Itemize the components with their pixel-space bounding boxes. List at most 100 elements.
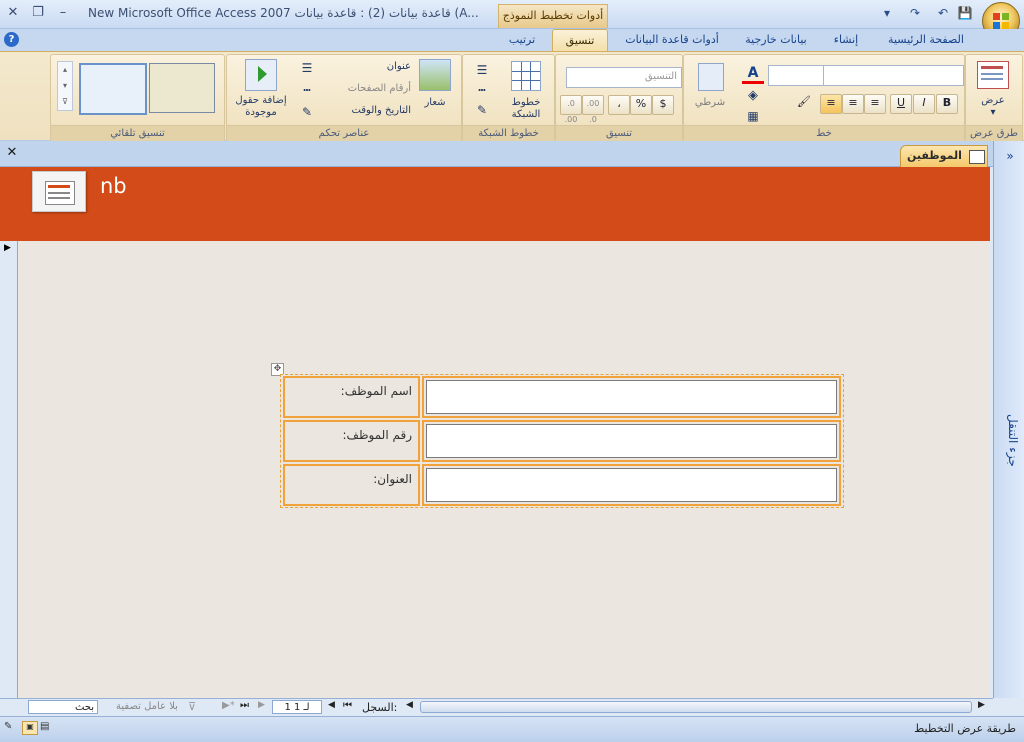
record-selector[interactable] (0, 241, 18, 698)
align-right-icon[interactable]: ≡ (864, 94, 886, 114)
align-left-icon[interactable]: ≡ (820, 94, 842, 114)
tab-format[interactable]: تنسيق (552, 29, 608, 52)
address-field[interactable] (422, 464, 841, 506)
increase-decimals-button[interactable]: .00 .0 (582, 95, 604, 124)
horizontal-scrollbar[interactable] (420, 701, 972, 713)
current-record-field[interactable]: 1 لـ 1 (272, 700, 322, 714)
employee-name-field[interactable] (422, 376, 841, 418)
comma-button[interactable]: ، (608, 95, 630, 115)
search-input[interactable]: بحث (28, 700, 98, 714)
document-tab-bar (0, 141, 1024, 167)
title-button[interactable]: عنوان (357, 61, 411, 72)
decrease-decimals-button[interactable]: .0 .00 (560, 95, 582, 124)
tab-arrange[interactable]: ترتيب (500, 29, 544, 51)
autoformat-style-2[interactable] (79, 63, 147, 115)
view-dropdown-icon[interactable]: ▾ (986, 107, 1000, 118)
form-header-logo-icon[interactable] (32, 171, 86, 212)
tab-home[interactable]: الصفحة الرئيسية (880, 29, 972, 51)
line-type-icon[interactable]: ┅ (295, 83, 319, 97)
status-view-name: طريقة عرض التخطيط (914, 722, 1016, 735)
controls-group: شعار عنوان أرقام الصفحات التاريخ والوقت … (226, 54, 462, 142)
last-record-icon[interactable]: ⏭ (240, 700, 249, 711)
nav-pane-expand-icon[interactable]: » (1003, 149, 1017, 163)
next-record-icon[interactable]: ▶ (258, 700, 265, 710)
autoformat-style-1[interactable] (149, 63, 215, 113)
form-title[interactable]: nb (100, 174, 127, 198)
align-center-icon[interactable]: ≡ (842, 94, 864, 114)
minimize-window-button[interactable]: – (52, 5, 74, 23)
bold-button[interactable]: B (936, 94, 958, 114)
formatting-group: التنسيق $ % ، .00 .0 .0 .00 تنسيق (555, 54, 683, 142)
document-tab[interactable]: الموظفين (900, 145, 988, 167)
currency-button[interactable]: $ (652, 95, 674, 115)
number-format-combo[interactable]: التنسيق (566, 67, 682, 88)
document-tab-label: الموظفين (907, 149, 962, 162)
line-thickness-icon[interactable]: ☰ (295, 61, 319, 75)
tab-external-data[interactable]: بيانات خارجية (738, 29, 814, 51)
underline-button[interactable]: U (890, 94, 912, 114)
gridlines-group-label: خطوط الشبكة (463, 125, 554, 141)
date-time-button[interactable]: التاريخ والوقت (323, 105, 411, 116)
layout-view-icon[interactable]: ▣ (22, 721, 38, 735)
fill-color-icon[interactable]: ◈ (742, 88, 764, 103)
filter-icon[interactable]: ⊽ (188, 700, 196, 713)
page-numbers-button[interactable]: أرقام الصفحات (323, 83, 411, 94)
save-icon[interactable]: 💾 (956, 4, 974, 22)
filter-status[interactable]: بلا عامل تصفية (116, 701, 178, 712)
gridline-color-icon[interactable]: ✎ (471, 103, 493, 117)
form-row: العنوان: (283, 464, 841, 506)
autoformat-group: ▴ ▾ ⊽ تنسيق تلقائي (50, 54, 225, 142)
gridline-style-icon[interactable]: ┅ (471, 83, 493, 97)
close-document-icon[interactable]: ✕ (5, 146, 19, 160)
font-color-icon[interactable]: A (742, 65, 764, 84)
employee-number-field[interactable] (422, 420, 841, 462)
current-record-icon: ▶ (4, 243, 11, 253)
undo-icon[interactable]: ↶ (934, 4, 952, 22)
form-icon (969, 150, 985, 164)
autoformat-group-label: تنسيق تلقائي (51, 125, 224, 141)
ribbon: عرض ▾ طرق عرض B I U ≡ ≡ ≡ 🖌 A ◈ ▦ شرطي خ… (0, 51, 1024, 142)
add-fields-icon (245, 59, 277, 91)
quick-access-toolbar: 💾 ↶ ↷ ▾ (878, 4, 980, 24)
logo-button[interactable]: شعار (415, 97, 455, 108)
view-button[interactable]: عرض (974, 95, 1012, 106)
first-record-icon[interactable]: ⏮ (343, 700, 352, 711)
conditional-format-button[interactable]: شرطي (688, 97, 732, 108)
scroll-right-icon[interactable]: ▶ (978, 700, 985, 710)
gridline-width-icon[interactable]: ☰ (471, 63, 493, 77)
format-painter-icon[interactable]: 🖌 (794, 94, 814, 112)
font-name-combo[interactable] (820, 65, 964, 86)
form-header (0, 167, 990, 241)
alt-fill-color-icon[interactable]: ▦ (742, 109, 764, 123)
qat-customize-icon[interactable]: ▾ (878, 4, 896, 22)
design-view-icon[interactable]: ✎ (4, 721, 20, 735)
address-label[interactable]: العنوان: (283, 464, 420, 506)
scroll-left-icon[interactable]: ◀ (406, 700, 413, 710)
restore-window-button[interactable]: ❐ (27, 5, 49, 23)
italic-button[interactable]: I (913, 94, 935, 114)
nav-pane-label: جزء التنقل (1006, 413, 1020, 467)
conditional-format-icon (698, 63, 724, 91)
font-size-combo[interactable] (768, 65, 824, 86)
close-window-button[interactable]: ✕ (2, 5, 24, 23)
autoformat-scroll-icon[interactable]: ▴ ▾ ⊽ (57, 61, 73, 111)
ribbon-tab-row: الصفحة الرئيسية إنشاء بيانات خارجية أدوا… (0, 29, 1024, 52)
form-view-status-icon[interactable]: ▤ (40, 721, 56, 735)
logo-icon (419, 59, 451, 91)
font-group: B I U ≡ ≡ ≡ 🖌 A ◈ ▦ شرطي خط (683, 54, 965, 142)
redo-icon[interactable]: ↷ (906, 4, 924, 22)
new-record-icon[interactable]: ▶* (222, 700, 235, 711)
tab-create[interactable]: إنشاء (824, 29, 868, 51)
help-icon[interactable]: ? (4, 32, 19, 47)
add-existing-fields-button[interactable]: إضافة حقول موجودة (231, 95, 291, 119)
form-view-icon (977, 61, 1009, 89)
gridlines-button[interactable]: خطوط الشبكة (507, 97, 545, 121)
views-group-label: طرق عرض (966, 125, 1022, 141)
record-label: السجل: (362, 701, 398, 714)
employee-name-label[interactable]: اسم الموظف: (283, 376, 420, 418)
employee-number-label[interactable]: رقم الموظف: (283, 420, 420, 462)
line-color-icon[interactable]: ✎ (295, 105, 319, 119)
tab-database-tools[interactable]: أدوات قاعدة البيانات (618, 29, 726, 51)
percent-button[interactable]: % (630, 95, 652, 115)
previous-record-icon[interactable]: ◀ (328, 700, 335, 710)
